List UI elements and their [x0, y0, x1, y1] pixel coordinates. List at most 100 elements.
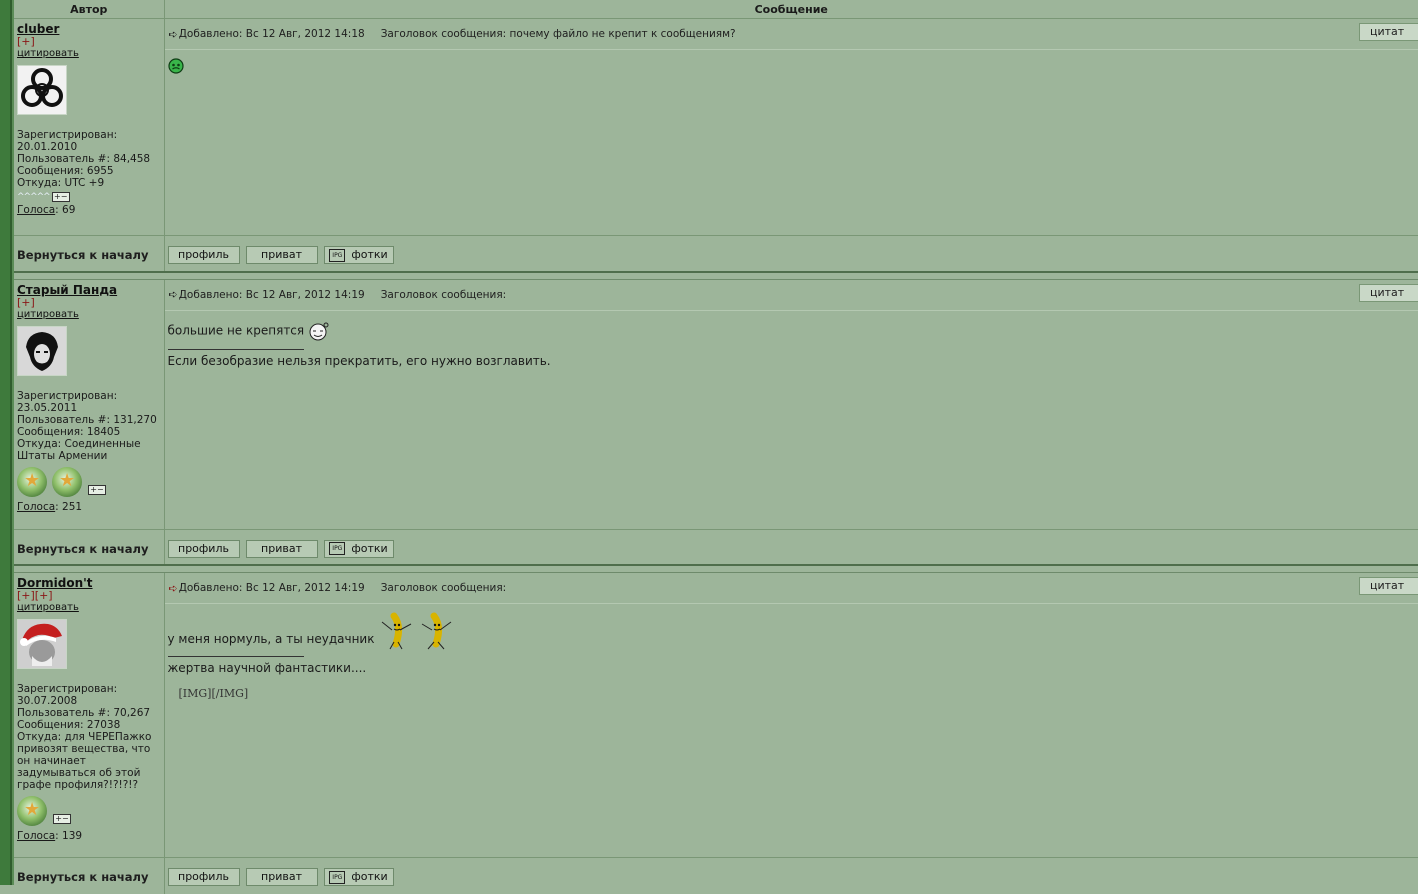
back-to-top-link[interactable]: Вернуться к началу	[14, 529, 164, 565]
votes-link[interactable]: Голоса	[17, 204, 55, 216]
left-frame-bar	[0, 0, 12, 885]
avatar[interactable]	[17, 65, 67, 115]
author-cell: Старый Панда [+] цитировать Зарегистриро…	[14, 279, 164, 529]
footer-buttons: профиль приват IPG фотки	[165, 858, 1418, 886]
rating-plus[interactable]: [+]	[17, 297, 164, 309]
profile-button[interactable]: профиль	[168, 246, 240, 264]
back-to-top-link[interactable]: Вернуться к началу	[14, 858, 164, 894]
profile-button[interactable]: профиль	[168, 540, 240, 558]
post-date: Добавлено: Вс 12 Авг, 2012 14:19	[179, 289, 365, 301]
quote-link[interactable]: цитировать	[17, 602, 164, 613]
quote-button[interactable]: цитат	[1359, 23, 1418, 41]
avatar[interactable]	[17, 619, 67, 669]
message-cell: ➪ Добавлено: Вс 12 Авг, 2012 14:19 Загол…	[164, 573, 1418, 858]
post-separator	[14, 272, 1418, 280]
rank-row: ^^^^^ +−	[17, 190, 164, 204]
medals-row: +−	[17, 792, 164, 826]
expand-toggle-icon[interactable]: +−	[53, 814, 71, 824]
post-arrow-icon: ➪	[169, 288, 178, 301]
signature: Если безобразие нельзя прекратить, его н…	[168, 354, 1416, 368]
message-cell: ➪ Добавлено: Вс 12 Авг, 2012 14:18 Загол…	[164, 19, 1418, 236]
avatar[interactable]	[17, 326, 67, 376]
user-number: Пользователь #: 131,270	[17, 414, 164, 426]
quote-link[interactable]: цитировать	[17, 309, 164, 320]
back-to-top-link[interactable]: Вернуться к началу	[14, 236, 164, 272]
photos-button-label: фотки	[351, 541, 387, 557]
wink-smiley-icon	[308, 321, 330, 341]
author-cell: Dormidon't [+][+] цитировать Зарегистрир…	[14, 573, 164, 858]
table-header: Автор Сообщение	[14, 0, 1418, 19]
registered-date: 20.01.2010	[17, 141, 164, 153]
quote-button[interactable]: цитат	[1359, 577, 1418, 595]
post-footer: Вернуться к началу профиль приват IPG фо…	[14, 529, 1418, 565]
post-subject: Заголовок сообщения:	[381, 582, 507, 594]
author-name[interactable]: Dormidon't	[17, 576, 164, 590]
post-text-row: у меня нормуль, а ты неудачник	[168, 612, 1416, 650]
rating-plus[interactable]: [+]	[17, 36, 164, 48]
medals-row: +−	[17, 463, 164, 497]
votes: Голоса: 69	[17, 204, 164, 216]
post-arrow-icon: ➪	[169, 28, 178, 41]
private-message-button[interactable]: приват	[246, 868, 318, 886]
signature-separator	[168, 349, 304, 350]
registered-date: 30.07.2008	[17, 695, 164, 707]
footer-buttons-cell: профиль приват IPG фотки	[164, 529, 1418, 565]
message-cell: ➪ Добавлено: Вс 12 Авг, 2012 14:19 Загол…	[164, 279, 1418, 529]
votes-link[interactable]: Голоса	[17, 501, 55, 513]
votes-count: : 139	[55, 830, 82, 842]
post-body: у меня нормуль, а ты неудачник	[165, 604, 1418, 700]
post-body	[165, 50, 1418, 77]
location: Откуда: UTC +9	[17, 177, 164, 189]
photo-icon: IPG	[329, 249, 345, 262]
dancing-banana-icon	[378, 612, 414, 650]
post-text: большие не крепятся	[168, 323, 305, 337]
post-footer: Вернуться к началу профиль приват IPG фо…	[14, 236, 1418, 272]
post-date: Добавлено: Вс 12 Авг, 2012 14:19	[179, 582, 365, 594]
votes: Голоса: 251	[17, 501, 164, 513]
private-message-button[interactable]: приват	[246, 540, 318, 558]
photos-button[interactable]: IPG фотки	[324, 246, 394, 264]
photo-icon: IPG	[329, 542, 345, 555]
post-row: cluber [+] цитировать Зарегистрирован: 2…	[14, 19, 1418, 236]
message-column-header: Сообщение	[164, 0, 1418, 19]
post-subject: Заголовок сообщения:	[381, 289, 507, 301]
photos-button-label: фотки	[351, 247, 387, 263]
medal-icon	[17, 467, 47, 497]
posts-table: Автор Сообщение cluber [+] цитировать За…	[14, 0, 1418, 894]
user-number: Пользователь #: 84,458	[17, 153, 164, 165]
photos-button[interactable]: IPG фотки	[324, 868, 394, 886]
user-number: Пользователь #: 70,267	[17, 707, 164, 719]
votes-count: : 251	[55, 501, 82, 513]
votes-link[interactable]: Голоса	[17, 830, 55, 842]
quote-link[interactable]: цитировать	[17, 48, 164, 59]
medal-icon	[17, 796, 47, 826]
post-subject: Заголовок сообщения: почему файло не кре…	[381, 28, 736, 40]
dancing-banana-icon	[418, 612, 454, 650]
post-footer: Вернуться к началу профиль приват IPG фо…	[14, 858, 1418, 894]
location: Откуда: Соединенные Штаты Армении	[17, 438, 157, 462]
registered-label: Зарегистрирован:	[17, 683, 164, 695]
rating-plus[interactable]: [+][+]	[17, 590, 164, 602]
photos-button[interactable]: IPG фотки	[324, 540, 394, 558]
post-header: ➪ Добавлено: Вс 12 Авг, 2012 14:18 Загол…	[165, 19, 1418, 50]
registered-date: 23.05.2011	[17, 402, 164, 414]
author-cell: cluber [+] цитировать Зарегистрирован: 2…	[14, 19, 164, 236]
quote-button[interactable]: цитат	[1359, 284, 1418, 302]
post-row: Старый Панда [+] цитировать Зарегистриро…	[14, 279, 1418, 529]
registered-label: Зарегистрирован:	[17, 129, 164, 141]
author-name[interactable]: Старый Панда	[17, 283, 164, 297]
expand-toggle-icon[interactable]: +−	[88, 485, 106, 495]
post-header: ➪ Добавлено: Вс 12 Авг, 2012 14:19 Загол…	[165, 573, 1418, 604]
author-name[interactable]: cluber	[17, 22, 164, 36]
footer-buttons-cell: профиль приват IPG фотки	[164, 858, 1418, 894]
footer-buttons: профиль приват IPG фотки	[165, 236, 1418, 264]
expand-toggle-icon[interactable]: +−	[52, 192, 70, 202]
votes-count: : 69	[55, 204, 75, 216]
profile-button[interactable]: профиль	[168, 868, 240, 886]
author-column-header: Автор	[14, 0, 164, 19]
post-date: Добавлено: Вс 12 Авг, 2012 14:18	[179, 28, 365, 40]
rank-stars-icon: ^^^^^	[17, 192, 50, 202]
footer-buttons-cell: профиль приват IPG фотки	[164, 236, 1418, 272]
private-message-button[interactable]: приват	[246, 246, 318, 264]
signature-separator	[168, 656, 304, 657]
